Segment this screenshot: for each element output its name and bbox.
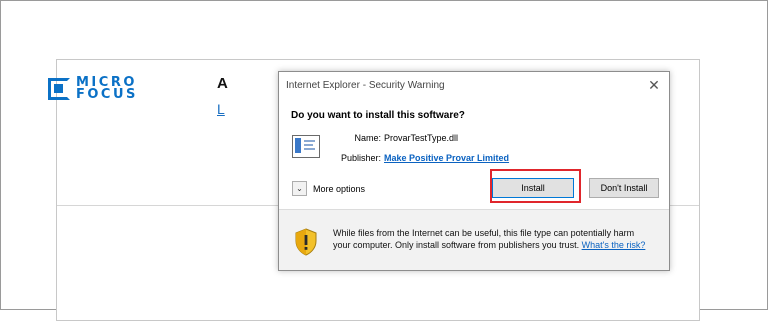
warning-shield-icon [295, 228, 317, 256]
more-options-label[interactable]: More options [313, 184, 365, 194]
chevron-down-icon[interactable]: ⌄ [292, 181, 307, 196]
publisher-label: Publisher: [340, 153, 381, 163]
logo-line-2: FOCUS [76, 87, 138, 102]
security-warning-dialog: Internet Explorer - Security Warning ✕ D… [278, 71, 670, 271]
whats-the-risk-link[interactable]: What's the risk? [582, 240, 646, 250]
dialog-title: Internet Explorer - Security Warning [286, 80, 445, 91]
logo-text: MICRO FOCUS [76, 76, 138, 102]
logo-mark-icon [48, 78, 70, 100]
dialog-titlebar[interactable]: Internet Explorer - Security Warning ✕ [279, 72, 669, 98]
browser-frame: MICRO FOCUS A L Internet Explorer - Secu… [0, 0, 768, 321]
warning-text: While files from the Internet can be use… [333, 227, 653, 251]
page-heading-partial: A [217, 75, 228, 92]
close-button[interactable]: ✕ [645, 76, 663, 94]
install-button[interactable]: Install [492, 178, 574, 198]
dialog-footer: While files from the Internet can be use… [279, 210, 669, 270]
micro-focus-logo: MICRO FOCUS [48, 76, 138, 102]
page-link-partial[interactable]: L [217, 101, 225, 117]
name-value: ProvarTestType.dll [384, 133, 459, 143]
more-options-toggle[interactable]: ⌄ More options [292, 181, 365, 196]
publisher-link[interactable]: Make Positive Provar Limited [384, 153, 509, 163]
install-question: Do you want to install this software? [291, 110, 465, 121]
file-icon [292, 135, 320, 158]
name-label: Name: [354, 133, 381, 143]
dont-install-button[interactable]: Don't Install [589, 178, 659, 198]
